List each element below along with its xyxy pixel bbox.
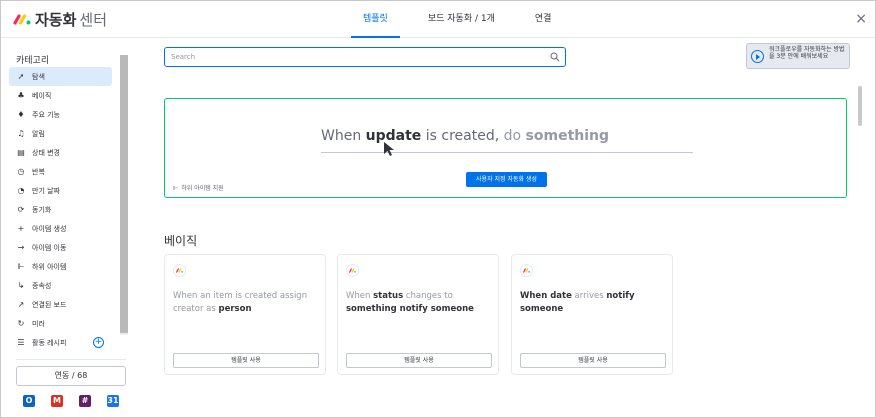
sidebar-item[interactable]: ♦ 주요 기능 bbox=[9, 105, 112, 124]
template-description: When an item is created assign creator a… bbox=[173, 291, 308, 314]
gmail-icon[interactable]: M bbox=[51, 395, 63, 407]
sidebar-item[interactable]: ♣ 베이직 bbox=[9, 86, 112, 105]
use-template-button[interactable]: 템플릿 사용 bbox=[173, 353, 319, 368]
sidebar-title: 카테고리 bbox=[16, 56, 50, 66]
recipe-icon: ☰ bbox=[17, 338, 25, 347]
create-custom-automation-button[interactable]: 사용자 지정 자동화 생성 bbox=[466, 172, 547, 187]
sidebar-item[interactable]: ◷ 반복 bbox=[9, 162, 112, 181]
close-icon[interactable]: × bbox=[855, 11, 867, 27]
sidebar-item-label: 아이템 이동 bbox=[32, 243, 67, 252]
main-scrollbar[interactable] bbox=[858, 86, 862, 126]
automation-center-window: 자동화 센터 템플릿 보드 자동화 / 1개 연결 × 카테고리 ➚ 탐색 ♣ 베이직 ♦… bbox=[0, 0, 876, 418]
gem-icon: ♦ bbox=[17, 110, 25, 119]
calendar-icon: ◔ bbox=[17, 186, 25, 195]
sidebar-item[interactable]: ➚ 탐색 bbox=[9, 67, 112, 86]
sidebar-item-label: 아이템 생성 bbox=[32, 224, 67, 233]
automation-sentence: When update is created, do something bbox=[321, 128, 610, 144]
add-recipe-icon[interactable]: + bbox=[93, 337, 104, 348]
page-title: 자동화 센터 bbox=[35, 11, 108, 29]
category-list: ➚ 탐색 ♣ 베이직 ♦ 주요 기능 ♫ 알림 ▤ 상태 변경 ◷ 반복 ◔ 만기 날짜 ⟳ 동기화 + 아이템 … bbox=[9, 67, 112, 352]
search-icon[interactable] bbox=[550, 51, 560, 63]
integration-apps: O M #31 bbox=[23, 395, 135, 407]
slack-icon[interactable]: # bbox=[79, 395, 91, 407]
clock-icon: ◷ bbox=[17, 167, 25, 176]
sidebar-item[interactable]: ⟳ 동기화 bbox=[9, 200, 112, 219]
monday-logo-icon bbox=[520, 264, 533, 277]
sidebar-item-label: 베이직 bbox=[32, 91, 52, 100]
sidebar-item-label: 만기 날짜 bbox=[32, 186, 60, 195]
dependency-icon: ↳ bbox=[17, 281, 25, 290]
template-card[interactable]: When status changes to something notify … bbox=[337, 254, 499, 375]
shapes-icon: ♣ bbox=[17, 91, 25, 100]
sidebar-item-label: 알림 bbox=[32, 129, 45, 138]
divider bbox=[16, 359, 126, 360]
search-input[interactable] bbox=[171, 51, 541, 63]
custom-automation-builder[interactable]: When update is created, do something 사용자… bbox=[164, 98, 847, 198]
sidebar-item-label: 주요 기능 bbox=[32, 110, 60, 119]
sidebar-scrollbar-thumb[interactable] bbox=[120, 55, 128, 333]
monday-logo-icon bbox=[13, 14, 31, 25]
monday-logo-icon bbox=[173, 264, 186, 277]
template-description: When status changes to something notify … bbox=[346, 291, 474, 314]
outlook-icon[interactable]: O bbox=[23, 395, 35, 407]
calendar-app-icon[interactable]: 31 bbox=[107, 395, 119, 407]
sentence-underline bbox=[321, 152, 693, 153]
cursor-icon bbox=[384, 142, 394, 156]
tab-board-automations[interactable]: 보드 자동화 / 1개 bbox=[416, 1, 507, 38]
sidebar-item[interactable]: ▤ 상태 변경 bbox=[9, 143, 112, 162]
use-template-button[interactable]: 템플릿 사용 bbox=[346, 353, 492, 368]
sync-icon: ⟳ bbox=[17, 205, 25, 214]
sidebar-item-label: 연결된 보드 bbox=[32, 300, 67, 309]
monday-logo-icon bbox=[346, 264, 359, 277]
sidebar-item-label: 종속성 bbox=[32, 281, 52, 290]
sidebar-item-label: 하위 아이템 bbox=[32, 262, 67, 271]
sidebar-item-label: 미러 bbox=[32, 319, 45, 328]
tutorial-text: 워크플로우를 자동화하는 방법을 3분 안에 배워보세요 bbox=[769, 46, 845, 60]
plus-icon: + bbox=[17, 224, 25, 233]
sidebar-item-label: 반복 bbox=[32, 167, 45, 176]
template-card[interactable]: When an item is created assign creator a… bbox=[164, 254, 326, 375]
mirror-icon: ↻ bbox=[17, 319, 25, 328]
tabs: 템플릿 보드 자동화 / 1개 연결 bbox=[351, 1, 579, 38]
status-icon: ▤ bbox=[17, 148, 25, 157]
sidebar-item[interactable]: ⊩ 하위 아이템 bbox=[9, 257, 112, 276]
sidebar-item[interactable]: ♫ 알림 bbox=[9, 124, 112, 143]
header: 자동화 센터 템플릿 보드 자동화 / 1개 연결 × bbox=[1, 1, 875, 38]
sidebar-item[interactable]: ↳ 종속성 bbox=[9, 276, 112, 295]
sidebar-item[interactable]: + 아이템 생성 bbox=[9, 219, 112, 238]
subitem-icon: ⊩ bbox=[173, 185, 179, 192]
bell-icon: ♫ bbox=[17, 129, 25, 138]
tutorial-video-button[interactable]: 워크플로우를 자동화하는 방법을 3분 안에 배워보세요 bbox=[746, 43, 850, 69]
subitems-support: ⊩ 하위 아이템 지원 bbox=[173, 185, 224, 192]
integrations-button[interactable]: 연동 / 68 bbox=[16, 366, 126, 386]
sidebar-item[interactable]: ↗ 연결된 보드 bbox=[9, 295, 112, 314]
sidebar-item[interactable]: ↻ 미러 bbox=[9, 314, 112, 333]
sidebar-item-label: 동기화 bbox=[32, 205, 52, 214]
section-title: 베이직 bbox=[164, 234, 198, 248]
sidebar-item-label: 탐색 bbox=[32, 72, 45, 81]
sidebar-item[interactable]: ◔ 만기 날짜 bbox=[9, 181, 112, 200]
rocket-icon: ➚ bbox=[17, 72, 25, 81]
sidebar-item-label: 상태 변경 bbox=[32, 148, 60, 157]
link-arrow-icon: ↗ bbox=[17, 300, 25, 309]
template-description: When date arrives notify someone bbox=[520, 291, 635, 314]
search-box bbox=[164, 47, 566, 67]
subitem-icon: ⊩ bbox=[17, 262, 25, 271]
tab-integrations[interactable]: 연결 bbox=[523, 1, 564, 38]
use-template-button[interactable]: 템플릿 사용 bbox=[520, 353, 666, 368]
tab-templates[interactable]: 템플릿 bbox=[351, 1, 400, 38]
sidebar-item-label: 활동 레시피 bbox=[32, 338, 67, 347]
arrow-right-icon: → bbox=[17, 243, 25, 252]
sidebar-item[interactable]: → 아이템 이동 bbox=[9, 238, 112, 257]
template-card[interactable]: When date arrives notify someone 템플릿 사용 bbox=[511, 254, 673, 375]
play-icon bbox=[751, 50, 764, 63]
sidebar: 카테고리 ➚ 탐색 ♣ 베이직 ♦ 주요 기능 ♫ 알림 ▤ 상태 변경 ◷ 반복 ◔ 만기 날짜 ⟳ 동기화… bbox=[1, 39, 131, 417]
